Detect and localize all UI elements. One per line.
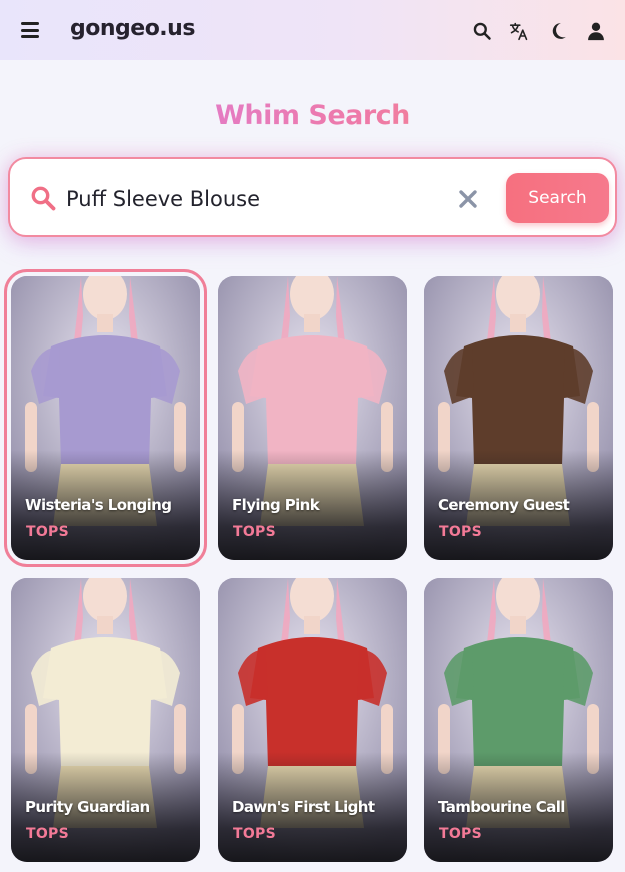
top-bar: gongeo.us bbox=[0, 0, 625, 60]
item-name: Purity Guardian bbox=[25, 798, 150, 816]
translate-icon[interactable] bbox=[508, 20, 530, 42]
item-name: Wisteria's Longing bbox=[25, 496, 172, 514]
item-name: Ceremony Guest bbox=[438, 496, 570, 514]
search-button[interactable]: Search bbox=[506, 173, 609, 223]
search-icon bbox=[30, 185, 56, 211]
item-name: Flying Pink bbox=[232, 496, 320, 514]
search-bar: Search bbox=[8, 157, 617, 237]
result-card[interactable]: Wisteria's Longing TOPS bbox=[4, 269, 207, 567]
result-card[interactable]: Purity Guardian TOPS bbox=[11, 578, 200, 862]
result-card[interactable]: Flying Pink TOPS bbox=[218, 276, 407, 560]
site-brand[interactable]: gongeo.us bbox=[70, 16, 195, 41]
item-category: TOPS bbox=[26, 524, 69, 540]
result-card[interactable]: Tambourine Call TOPS bbox=[424, 578, 613, 862]
result-card[interactable]: Ceremony Guest TOPS bbox=[424, 276, 613, 560]
item-category: TOPS bbox=[233, 826, 276, 842]
item-category: TOPS bbox=[439, 826, 482, 842]
item-name: Tambourine Call bbox=[438, 798, 565, 816]
menu-icon[interactable] bbox=[20, 20, 40, 40]
search-input[interactable] bbox=[66, 181, 436, 217]
item-category: TOPS bbox=[26, 826, 69, 842]
user-icon[interactable] bbox=[585, 20, 607, 42]
moon-icon[interactable] bbox=[547, 20, 569, 42]
clear-icon[interactable] bbox=[458, 189, 478, 209]
item-category: TOPS bbox=[439, 524, 482, 540]
search-icon[interactable] bbox=[471, 20, 493, 42]
item-name: Dawn's First Light bbox=[232, 798, 375, 816]
result-card[interactable]: Dawn's First Light TOPS bbox=[218, 578, 407, 862]
item-category: TOPS bbox=[233, 524, 276, 540]
page-title: Whim Search bbox=[0, 100, 625, 131]
